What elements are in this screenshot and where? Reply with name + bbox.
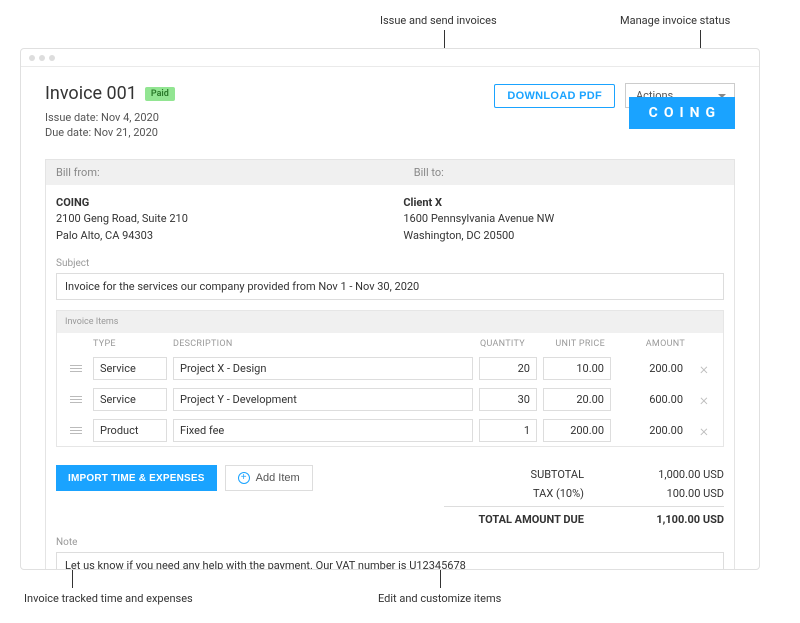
- item-type-input[interactable]: Service: [93, 357, 167, 380]
- bill-from-line2: Palo Alto, CA 94303: [56, 229, 153, 242]
- traffic-light-icon: [29, 55, 35, 61]
- item-quantity-input[interactable]: 1: [479, 419, 537, 442]
- invoice-items-header: Invoice Items: [57, 311, 723, 333]
- item-description-input[interactable]: Project Y - Development: [173, 388, 473, 411]
- tax-value: 100.00 USD: [624, 487, 724, 500]
- item-unit-price-input[interactable]: 20.00: [543, 388, 611, 411]
- drag-handle-icon[interactable]: [65, 422, 87, 440]
- issue-date: Issue date: Nov 4, 2020: [45, 110, 175, 125]
- invoice-item-row: Service Project X - Design 20 10.00 200.00 ×: [57, 353, 723, 384]
- subject-input[interactable]: Invoice for the services our company pro…: [56, 273, 724, 300]
- col-qty: QUANTITY: [455, 339, 525, 349]
- page-title: Invoice 001 Paid: [45, 83, 175, 104]
- col-spacer: [685, 339, 715, 349]
- tax-label: TAX (10%): [444, 487, 584, 500]
- note-label: Note: [46, 533, 734, 552]
- bill-to-line2: Washington, DC 20500: [403, 229, 514, 242]
- invoice-item-row: Service Project Y - Development 30 20.00 600…: [57, 384, 723, 415]
- annotation-manage-status: Manage invoice status: [620, 14, 730, 27]
- app-window: Invoice 001 Paid Issue date: Nov 4, 2020…: [20, 48, 760, 570]
- bill-from-header: Bill from:: [46, 160, 404, 185]
- bill-to-name: Client X: [403, 196, 442, 209]
- add-item-label: Add Item: [256, 472, 300, 484]
- import-time-expenses-button[interactable]: IMPORT TIME & EXPENSES: [56, 465, 217, 491]
- subject-label: Subject: [46, 254, 734, 273]
- delete-item-icon[interactable]: ×: [693, 359, 715, 378]
- invoice-number: Invoice 001: [45, 83, 137, 104]
- item-quantity-input[interactable]: 30: [479, 388, 537, 411]
- drag-handle-icon[interactable]: [65, 391, 87, 409]
- item-type-input[interactable]: Service: [93, 388, 167, 411]
- delete-item-icon[interactable]: ×: [693, 421, 715, 440]
- invoice-items-section: Invoice Items TYPE DESCRIPTION QUANTITY …: [56, 310, 724, 447]
- total-label: TOTAL AMOUNT DUE: [444, 513, 584, 526]
- plus-icon: +: [238, 472, 250, 484]
- item-quantity-input[interactable]: 20: [479, 357, 537, 380]
- item-amount: 600.00: [617, 393, 687, 406]
- annotation-issue-invoices: Issue and send invoices: [380, 14, 497, 27]
- add-item-button[interactable]: + Add Item: [225, 465, 313, 491]
- annotation-customize: Edit and customize items: [378, 592, 501, 605]
- delete-item-icon[interactable]: ×: [693, 390, 715, 409]
- traffic-light-icon: [49, 55, 55, 61]
- col-type: TYPE: [93, 339, 173, 349]
- col-amount: AMOUNT: [605, 339, 685, 349]
- item-unit-price-input[interactable]: 10.00: [543, 357, 611, 380]
- invoice-item-row: Product Fixed fee 1 200.00 200.00 ×: [57, 415, 723, 446]
- bill-from-block: COING 2100 Geng Road, Suite 210 Palo Alt…: [56, 195, 403, 245]
- drag-handle-icon[interactable]: [65, 360, 87, 378]
- item-amount: 200.00: [617, 362, 687, 375]
- traffic-light-icon: [39, 55, 45, 61]
- bill-from-line1: 2100 Geng Road, Suite 210: [56, 212, 188, 225]
- note-input[interactable]: Let us know if you need any help with th…: [56, 552, 724, 570]
- subtotal-label: SUBTOTAL: [444, 468, 584, 481]
- col-price: UNIT PRICE: [525, 339, 605, 349]
- status-badge: Paid: [145, 87, 175, 101]
- bill-to-header: Bill to:: [404, 160, 734, 185]
- totals-block: SUBTOTAL 1,000.00 USD TAX (10%) 100.00 U…: [444, 465, 724, 529]
- subtotal-value: 1,000.00 USD: [624, 468, 724, 481]
- item-description-input[interactable]: Fixed fee: [173, 419, 473, 442]
- annotation-tracked-time: Invoice tracked time and expenses: [24, 592, 193, 605]
- col-desc: DESCRIPTION: [173, 339, 455, 349]
- bill-from-name: COING: [56, 196, 89, 209]
- window-titlebar: [21, 49, 759, 67]
- bill-to-line1: 1600 Pennsylvania Avenue NW: [403, 212, 554, 225]
- col-spacer: [65, 339, 93, 349]
- brand-logo: COING: [629, 97, 735, 129]
- total-value: 1,100.00 USD: [624, 513, 724, 526]
- item-unit-price-input[interactable]: 200.00: [543, 419, 611, 442]
- item-amount: 200.00: [617, 424, 687, 437]
- item-description-input[interactable]: Project X - Design: [173, 357, 473, 380]
- item-type-input[interactable]: Product: [93, 419, 167, 442]
- download-pdf-button[interactable]: DOWNLOAD PDF: [494, 84, 615, 108]
- due-date: Due date: Nov 21, 2020: [45, 125, 175, 140]
- bill-to-block: Client X 1600 Pennsylvania Avenue NW Was…: [403, 195, 724, 245]
- invoice-panel: Bill from: Bill to: COING 2100 Geng Road…: [45, 159, 735, 570]
